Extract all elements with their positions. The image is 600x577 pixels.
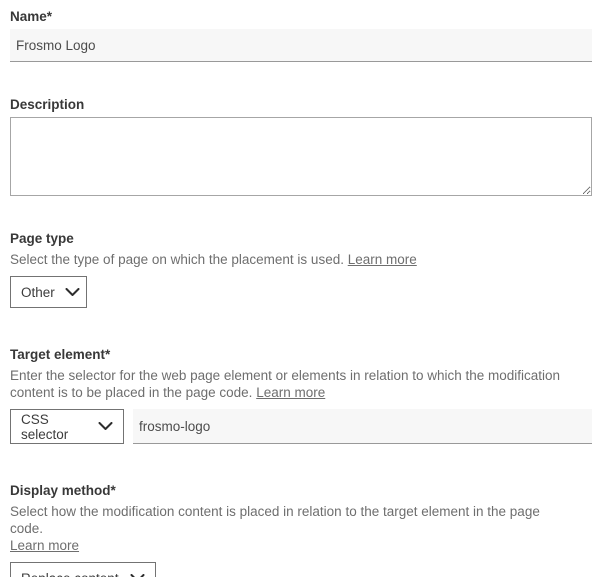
page-type-helper: Select the type of page on which the pla… [10, 251, 570, 268]
description-label: Description [10, 96, 592, 113]
placement-settings-form: Name* Description Page type Select the t… [0, 0, 600, 577]
page-type-label: Page type [10, 230, 592, 247]
target-selector-input[interactable] [133, 409, 592, 444]
name-label: Name* [10, 8, 592, 25]
page-type-select[interactable]: Other [10, 276, 87, 308]
target-element-learn-more-link[interactable]: Learn more [256, 385, 325, 400]
name-field-group: Name* [10, 8, 592, 62]
page-type-selected-value: Other [21, 285, 55, 300]
target-element-label: Target element* [10, 346, 592, 363]
display-method-learn-more-link[interactable]: Learn more [10, 538, 79, 553]
chevron-down-icon [98, 422, 113, 431]
chevron-down-icon [65, 288, 80, 297]
page-type-helper-text: Select the type of page on which the pla… [10, 252, 344, 267]
page-type-learn-more-link[interactable]: Learn more [348, 252, 417, 267]
display-method-helper-text: Select how the modification content is p… [10, 504, 540, 536]
target-element-helper: Enter the selector for the web page elem… [10, 367, 570, 401]
target-element-input-row: CSS selector [10, 409, 592, 444]
target-element-field-group: Target element* Enter the selector for t… [10, 346, 592, 444]
description-textarea[interactable] [10, 117, 592, 196]
selector-type-select[interactable]: CSS selector [10, 409, 124, 444]
display-method-label: Display method* [10, 482, 592, 499]
display-method-field-group: Display method* Select how the modificat… [10, 482, 592, 577]
display-method-selected-value: Replace content [21, 571, 119, 577]
page-type-field-group: Page type Select the type of page on whi… [10, 230, 592, 308]
display-method-helper: Select how the modification content is p… [10, 503, 570, 554]
description-field-group: Description [10, 96, 592, 196]
display-method-select[interactable]: Replace content [10, 562, 156, 577]
name-input[interactable] [10, 29, 592, 62]
selector-type-selected-value: CSS selector [21, 412, 88, 442]
